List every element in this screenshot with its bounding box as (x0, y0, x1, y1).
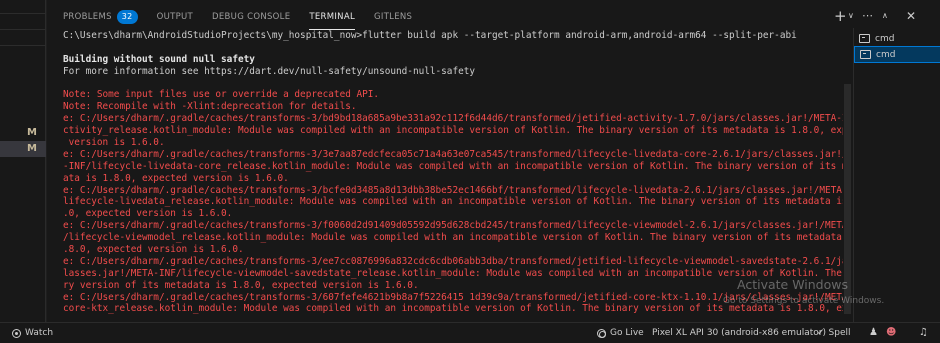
explorer-divider (0, 29, 46, 30)
tab-label: DEBUG CONSOLE (212, 12, 291, 22)
terminal-line: version is 1.6.0. (63, 137, 165, 149)
status-bar: Watch Go Live Pixel XL API 30 (android-x… (0, 322, 940, 343)
terminal-output[interactable]: C:\Users\dharm\AndroidStudioProjects\my_… (63, 30, 843, 322)
close-icon[interactable]: ✕ (906, 8, 916, 24)
terminal-item-label: cmd (875, 33, 895, 44)
watch-button[interactable]: Watch (12, 323, 53, 343)
terminal-line: -INF/lifecycle-livedata-core_release.kot… (63, 160, 843, 172)
chevron-up-icon[interactable]: ∧ (882, 8, 888, 24)
terminal-line: Building without sound null safety (63, 53, 255, 65)
plus-icon[interactable]: + (834, 8, 847, 24)
tab-label: PROBLEMS (63, 12, 112, 22)
terminal-item-selected[interactable]: cmd (854, 46, 940, 63)
copilot-icon[interactable]: ☻ (886, 323, 896, 343)
modified-marker-selected[interactable]: M (0, 141, 46, 157)
terminal-line: /lifecycle-viewmodel_release.kotlin_modu… (63, 232, 843, 244)
tab-output[interactable]: OUTPUT (157, 0, 193, 34)
activate-windows-hint: Go to Settings to activate Windows. (723, 296, 885, 306)
chevron-down-icon[interactable]: ∨ (848, 8, 854, 24)
tab-label: OUTPUT (156, 12, 194, 22)
explorer-divider (0, 45, 46, 46)
terminal-line: e: C:/Users/dharm/.gradle/caches/transfo… (63, 255, 843, 267)
terminal-line: lifecycle-livedata_release.kotlin_module… (63, 196, 843, 208)
panel-tabs: PROBLEMS 32 OUTPUT DEBUG CONSOLE TERMINA… (47, 0, 837, 34)
tab-terminal[interactable]: TERMINAL (309, 0, 355, 34)
terminal-line: ata is 1.8.0, expected version is 1.6.0. (63, 172, 289, 184)
terminal-line: e: C:/Users/dharm/.gradle/caches/transfo… (63, 148, 843, 160)
terminal-icon (860, 50, 871, 59)
terminal-line: e: C:/Users/dharm/.gradle/caches/transfo… (63, 220, 843, 232)
broadcast-icon (597, 328, 606, 338)
terminal-line: .8.0, expected version is 1.6.0. (63, 244, 244, 256)
more-icon[interactable]: ⋯ (862, 8, 873, 24)
go-live-label: Go Live (610, 328, 644, 338)
explorer-strip: M M (0, 0, 46, 322)
tab-label: GITLENS (374, 12, 413, 22)
terminal-line: Note: Recompile with -Xlint:deprecation … (63, 101, 357, 113)
tab-gitlens[interactable]: GITLENS (374, 0, 412, 34)
spell-button[interactable]: ✓ Spell (817, 323, 851, 343)
terminal-line: lasses.jar!/META-INF/lifecycle-viewmodel… (63, 267, 843, 279)
problems-count-badge: 32 (116, 10, 138, 24)
terminal-item[interactable]: cmd (854, 30, 940, 47)
device-label: Pixel XL API 30 (android-x86 emulator) (652, 328, 826, 338)
check-icon: ✓ (817, 328, 825, 338)
terminal-line: ry version of its metadata is 1.8.0, exp… (63, 279, 419, 291)
tab-debug-console[interactable]: DEBUG CONSOLE (212, 0, 290, 34)
modified-marker[interactable]: M (0, 125, 46, 141)
spell-label: Spell (828, 328, 851, 338)
device-selector[interactable]: Pixel XL API 30 (android-x86 emulator) (652, 323, 826, 343)
terminal-line: Note: Some input files use or override a… (63, 89, 380, 101)
terminal-icon (859, 34, 870, 43)
explorer-divider (0, 13, 46, 14)
terminal-line: e: C:/Users/dharm/.gradle/caches/transfo… (63, 113, 843, 125)
terminal-line: e: C:/Users/dharm/.gradle/caches/transfo… (63, 184, 843, 196)
accessibility-icon[interactable]: ♟ (869, 323, 878, 343)
tab-problems[interactable]: PROBLEMS 32 (63, 0, 138, 34)
tab-label: TERMINAL (309, 12, 355, 22)
activate-windows-watermark: Activate Windows (737, 277, 848, 292)
watch-label: Watch (25, 328, 54, 338)
terminal-line: For more information see https://dart.de… (63, 65, 476, 77)
terminal-toolbar: + ∨ ⋯ ∧ ✕ (834, 8, 940, 24)
bell-icon[interactable]: ♫ (919, 323, 928, 343)
watch-icon (12, 328, 21, 338)
terminal-panel: PROBLEMS 32 OUTPUT DEBUG CONSOLE TERMINA… (47, 0, 940, 322)
terminal-line: .0, expected version is 1.6.0. (63, 208, 233, 220)
terminal-item-label: cmd (876, 49, 896, 60)
terminal-line: C:\Users\dharm\AndroidStudioProjects\my_… (63, 30, 797, 41)
go-live-button[interactable]: Go Live (597, 323, 644, 343)
terminal-list: cmd cmd (853, 28, 940, 322)
terminal-line: ctivity_release.kotlin_module: Module wa… (63, 125, 843, 137)
